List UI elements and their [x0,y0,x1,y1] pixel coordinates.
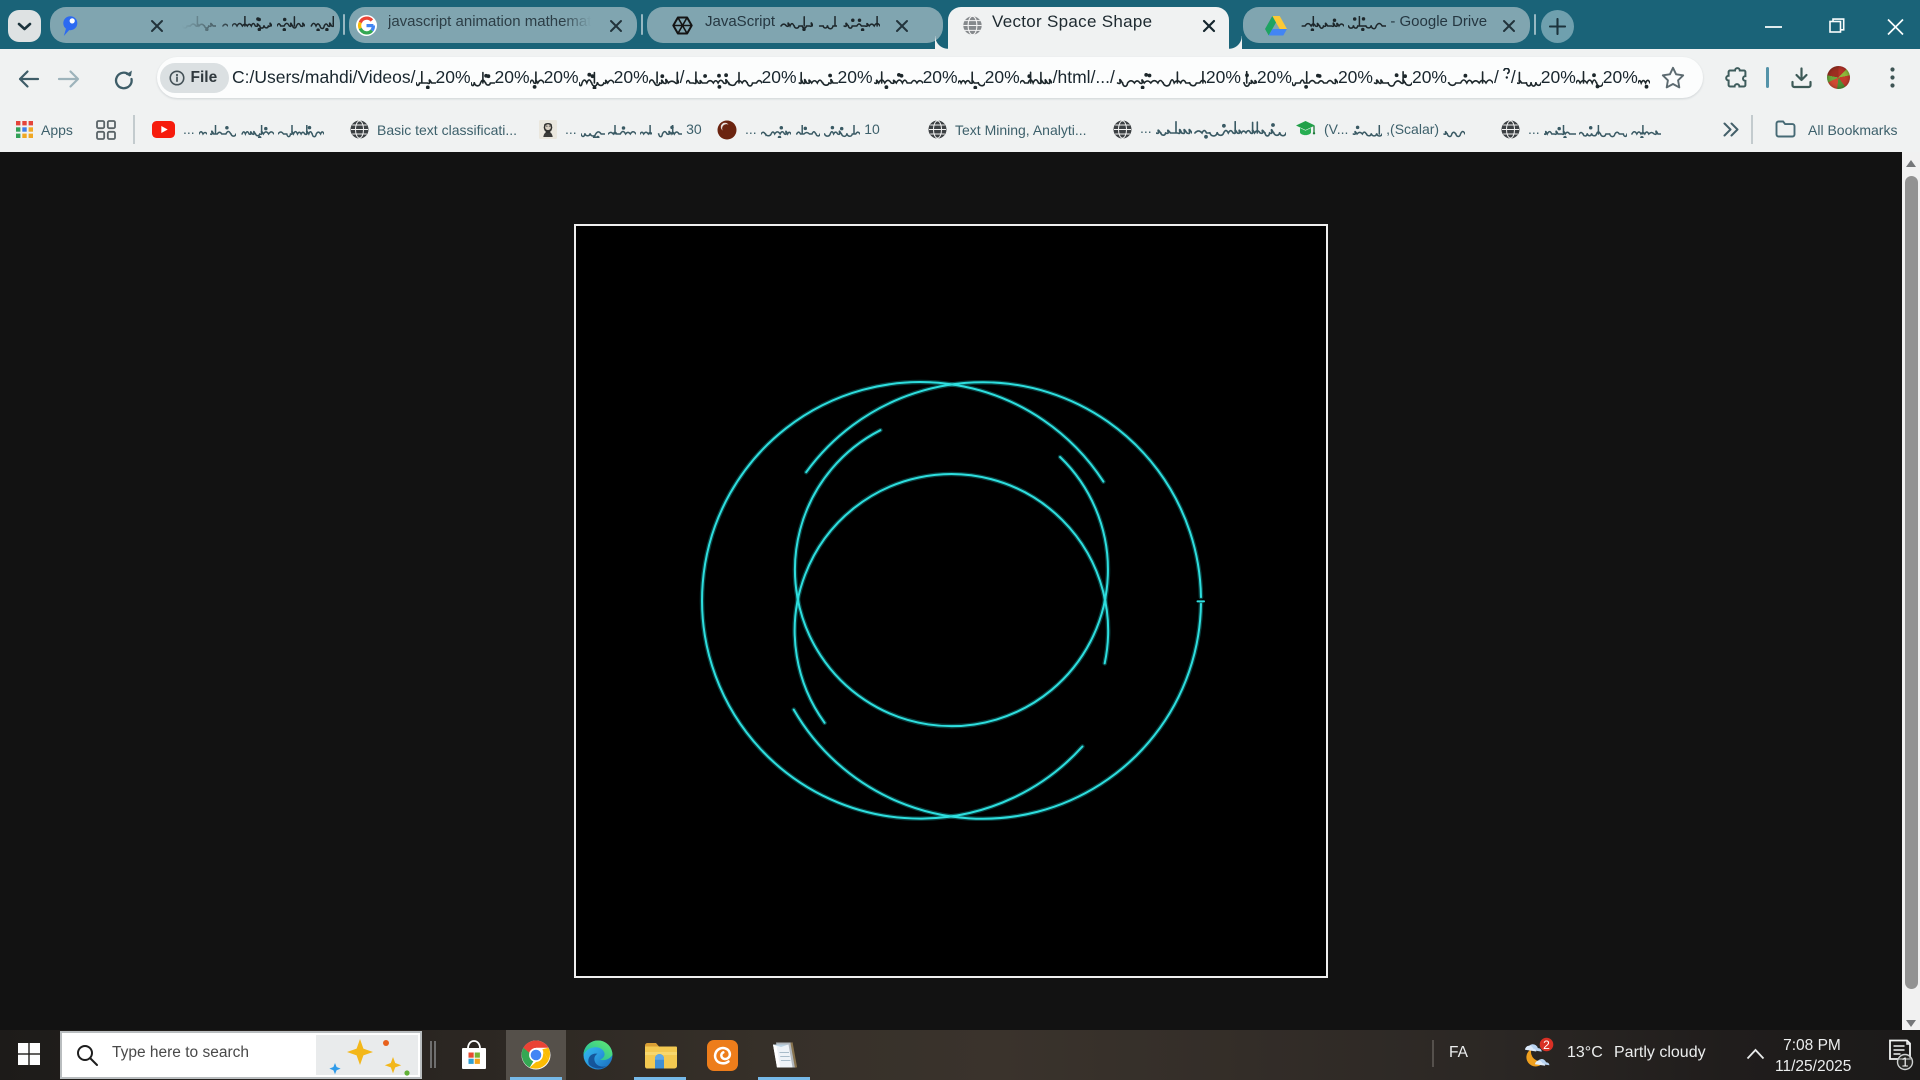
svg-text:2: 2 [1543,1038,1550,1052]
svg-text:1: 1 [1902,1056,1909,1070]
